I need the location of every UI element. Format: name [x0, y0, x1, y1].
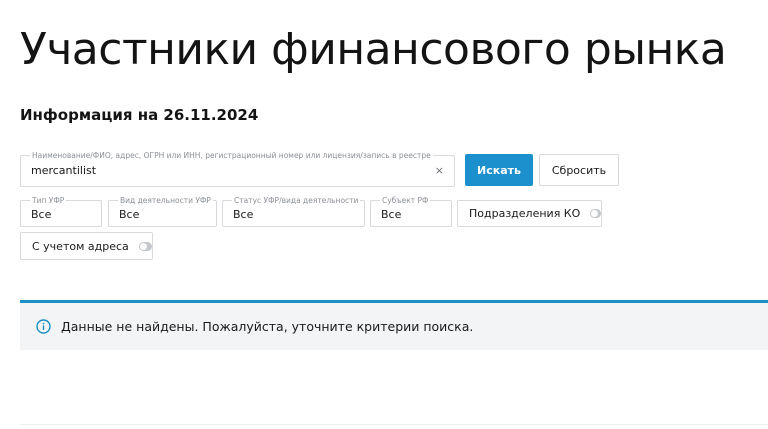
ufr-type-value: Все — [31, 208, 52, 221]
page-title: Участники финансового рынка — [20, 24, 727, 75]
status-label: Статус УФР/вида деятельности — [232, 195, 361, 206]
activity-type-label: Вид деятельности УФР — [118, 195, 213, 206]
no-results-notice: Данные не найдены. Пожалуйста, уточните … — [20, 300, 768, 350]
info-date: Информация на 26.11.2024 — [20, 106, 259, 124]
address-toggle[interactable]: С учетом адреса — [20, 232, 153, 260]
region-select[interactable]: Субъект РФ Все — [370, 195, 452, 227]
search-button[interactable]: Искать — [465, 154, 533, 186]
address-toggle-label: С учетом адреса — [32, 239, 129, 253]
ko-divisions-toggle[interactable]: Подразделения КО — [457, 200, 602, 227]
ufr-type-select[interactable]: Тип УФР Все — [20, 195, 102, 227]
search-field[interactable]: Наименование/ФИО, адрес, ОГРН или ИНН, р… — [20, 150, 455, 187]
status-select[interactable]: Статус УФР/вида деятельности Все — [222, 195, 365, 227]
clear-icon[interactable]: × — [435, 165, 444, 176]
status-value: Все — [233, 208, 254, 221]
search-field-label: Наименование/ФИО, адрес, ОГРН или ИНН, р… — [30, 150, 433, 161]
ufr-type-label: Тип УФР — [30, 195, 67, 206]
region-label: Субъект РФ — [380, 195, 431, 206]
ko-divisions-switch[interactable] — [590, 209, 601, 218]
notice-text: Данные не найдены. Пожалуйста, уточните … — [61, 319, 474, 334]
address-switch[interactable] — [138, 241, 152, 251]
activity-type-select[interactable]: Вид деятельности УФР Все — [108, 195, 217, 227]
reset-button[interactable]: Сбросить — [539, 154, 619, 186]
page: Участники финансового рынка Информация н… — [0, 0, 768, 429]
switch-knob — [139, 242, 147, 250]
search-input[interactable]: mercantilist — [31, 164, 96, 177]
divider — [20, 424, 768, 425]
ko-divisions-label: Подразделения КО — [469, 207, 581, 220]
region-value: Все — [381, 208, 402, 221]
activity-type-value: Все — [119, 208, 140, 221]
switch-knob — [591, 210, 599, 217]
info-circle-icon — [36, 319, 51, 334]
